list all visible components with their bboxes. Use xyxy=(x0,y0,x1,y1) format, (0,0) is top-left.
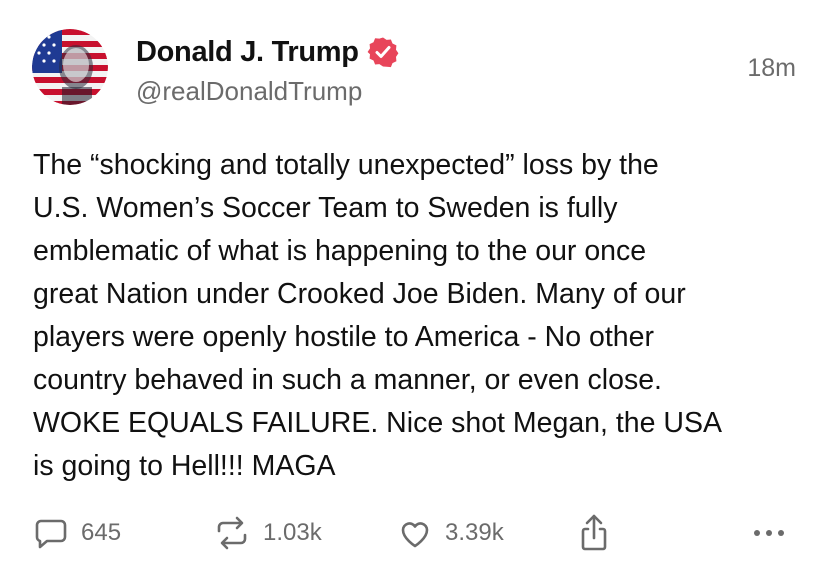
reply-count: 645 xyxy=(81,519,122,546)
post-timestamp[interactable]: 18m xyxy=(747,54,796,83)
like-icon xyxy=(401,522,429,548)
reply-icon xyxy=(35,519,67,549)
author-handle[interactable]: @realDonaldTrump xyxy=(136,76,362,107)
repost-icon xyxy=(217,516,247,550)
post-body-text: The “shocking and totally unexpected” lo… xyxy=(33,149,723,482)
verified-badge-icon xyxy=(367,37,399,68)
avatar-icon xyxy=(32,29,108,105)
author-display-name[interactable]: Donald J. Trump xyxy=(136,36,359,69)
author-name-row: Donald J. Trump xyxy=(136,34,399,70)
like-count: 3.39k xyxy=(445,519,504,546)
repost-button[interactable]: 1.03k xyxy=(213,511,322,555)
avatar[interactable] xyxy=(32,29,108,105)
post-actions-bar: 645 1.03k 3.39k xyxy=(33,511,798,555)
like-button[interactable]: 3.39k xyxy=(397,511,504,555)
post-card: Donald J. Trump @realDonaldTrump 18m The… xyxy=(0,0,828,581)
more-options-button[interactable] xyxy=(751,511,787,555)
reply-button[interactable]: 645 xyxy=(33,511,121,555)
repost-count: 1.03k xyxy=(263,519,322,546)
share-icon xyxy=(581,514,607,551)
share-button[interactable] xyxy=(578,511,610,555)
more-icon xyxy=(754,530,784,536)
